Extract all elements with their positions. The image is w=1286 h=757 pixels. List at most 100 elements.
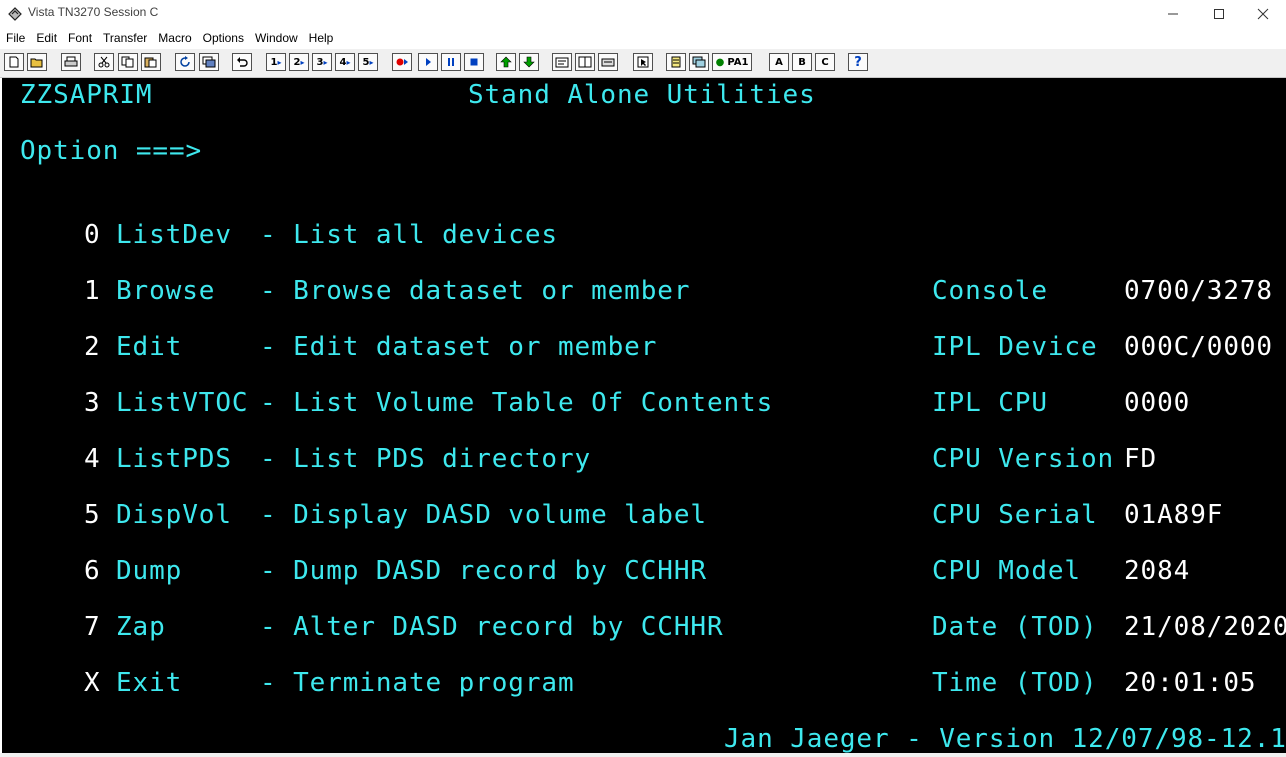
option-name-browse: Browse	[116, 276, 216, 306]
arrow-up-icon	[500, 56, 512, 68]
menu-help[interactable]: Help	[304, 31, 339, 45]
pa1-label: PA1	[727, 56, 749, 68]
download-button[interactable]	[519, 53, 539, 71]
key-b-button[interactable]: B	[792, 53, 812, 71]
keyboard-map-button[interactable]	[598, 53, 618, 71]
minimize-button[interactable]	[1150, 0, 1196, 27]
record-button[interactable]	[392, 53, 412, 71]
keyboard-icon	[601, 58, 615, 67]
option-key-7: 7	[84, 612, 101, 642]
session-button[interactable]	[199, 53, 219, 71]
info-label-cpu-model: CPU Model	[932, 556, 1081, 586]
macro-3-button[interactable]: 3 ▸	[312, 53, 332, 71]
macro-5-label: 5	[362, 56, 370, 68]
option-key-0: 0	[84, 220, 101, 250]
print-button[interactable]	[61, 53, 81, 71]
option-name-exit: Exit	[116, 668, 183, 698]
menu-edit[interactable]: Edit	[31, 31, 62, 45]
info-value-cpu-version: FD	[1124, 444, 1158, 474]
option-key-4: 4	[84, 444, 101, 474]
macro-2-label: 2	[293, 56, 301, 68]
info-label-cpu-version: CPU Version	[932, 444, 1115, 474]
macro-2-button[interactable]: 2 ▸	[289, 53, 309, 71]
refresh-button[interactable]	[175, 53, 195, 71]
menu-window[interactable]: Window	[250, 31, 303, 45]
pause-button[interactable]	[441, 53, 461, 71]
close-button[interactable]	[1240, 0, 1286, 27]
paste-button[interactable]	[141, 53, 161, 71]
macro-4-label: 4	[339, 56, 347, 68]
properties-button[interactable]	[552, 53, 572, 71]
layout-button[interactable]	[575, 53, 595, 71]
menu-options[interactable]: Options	[198, 31, 249, 45]
pa1-button[interactable]: ● PA1	[712, 53, 752, 71]
key-b-label: B	[798, 56, 806, 68]
screens-button[interactable]	[689, 53, 709, 71]
cut-button[interactable]	[94, 53, 114, 71]
undo-button[interactable]	[232, 53, 252, 71]
info-value-ipl-cpu: 0000	[1124, 388, 1191, 418]
option-key-2: 2	[84, 332, 101, 362]
new-file-icon	[9, 56, 19, 68]
info-label-ipl-cpu: IPL CPU	[932, 388, 1048, 418]
option-desc-exit: - Terminate program	[260, 668, 575, 698]
version-footer: Jan Jaeger - Version 12/07/98-12.15	[724, 724, 1286, 753]
stack-icon	[692, 56, 706, 68]
pointer-icon	[637, 56, 649, 68]
refresh-icon	[180, 56, 190, 67]
vista-terminal-icon	[8, 7, 22, 21]
maximize-button[interactable]	[1196, 0, 1242, 27]
option-input[interactable]	[198, 136, 498, 166]
notes-button[interactable]	[666, 53, 686, 71]
macro-1-label: 1	[270, 56, 278, 68]
play-button[interactable]	[418, 53, 438, 71]
option-name-listvtoc: ListVTOC	[116, 388, 249, 418]
new-button[interactable]	[4, 53, 24, 71]
option-name-zap: Zap	[116, 612, 166, 642]
open-button[interactable]	[27, 53, 47, 71]
help-label: ?	[854, 54, 862, 70]
macro-5-button[interactable]: 5 ▸	[358, 53, 378, 71]
option-key-x: X	[84, 668, 101, 698]
printer-icon	[64, 56, 78, 67]
option-key-5: 5	[84, 500, 101, 530]
menu-bar: File Edit Font Transfer Macro Options Wi…	[0, 28, 1286, 48]
key-a-label: A	[775, 56, 783, 68]
menu-macro[interactable]: Macro	[153, 31, 196, 45]
option-desc-edit: - Edit dataset or member	[260, 332, 658, 362]
macro-1-button[interactable]: 1 ▸	[266, 53, 286, 71]
key-a-button[interactable]: A	[769, 53, 789, 71]
option-desc-listdev: - List all devices	[260, 220, 558, 250]
stop-button[interactable]	[464, 53, 484, 71]
option-desc-listpds: - List PDS directory	[260, 444, 592, 474]
macro-4-button[interactable]: 4 ▸	[335, 53, 355, 71]
close-icon	[1257, 8, 1269, 19]
paste-icon	[144, 57, 157, 68]
scissors-icon	[98, 56, 110, 68]
hotspot-button[interactable]	[633, 53, 653, 71]
info-value-console: 0700/3278	[1124, 276, 1273, 306]
upload-button[interactable]	[496, 53, 516, 71]
option-desc-browse: - Browse dataset or member	[260, 276, 691, 306]
horizontal-scrollbar[interactable]	[0, 753, 1286, 757]
pause-icon	[448, 58, 454, 66]
maximize-icon	[1214, 8, 1224, 19]
copy-button[interactable]	[118, 53, 138, 71]
help-button[interactable]: ?	[848, 53, 868, 71]
key-c-button[interactable]: C	[815, 53, 835, 71]
menu-font[interactable]: Font	[63, 31, 97, 45]
menu-file[interactable]: File	[1, 31, 30, 45]
layout-icon	[578, 56, 592, 68]
info-value-cpu-serial: 01A89F	[1124, 500, 1224, 530]
info-label-date: Date (TOD)	[932, 612, 1098, 642]
open-folder-icon	[30, 58, 43, 68]
info-label-console: Console	[932, 276, 1048, 306]
arrow-down-icon	[523, 56, 535, 68]
terminal-screen[interactable]: ZZSAPRIM Stand Alone Utilities Option ==…	[2, 78, 1286, 753]
option-desc-zap: - Alter DASD record by CCHHR	[260, 612, 724, 642]
undo-icon	[237, 57, 248, 67]
info-value-time: 20:01:05	[1124, 668, 1257, 698]
info-value-ipl-device: 000C/0000	[1124, 332, 1273, 362]
option-desc-dump: - Dump DASD record by CCHHR	[260, 556, 707, 586]
menu-transfer[interactable]: Transfer	[98, 31, 152, 45]
